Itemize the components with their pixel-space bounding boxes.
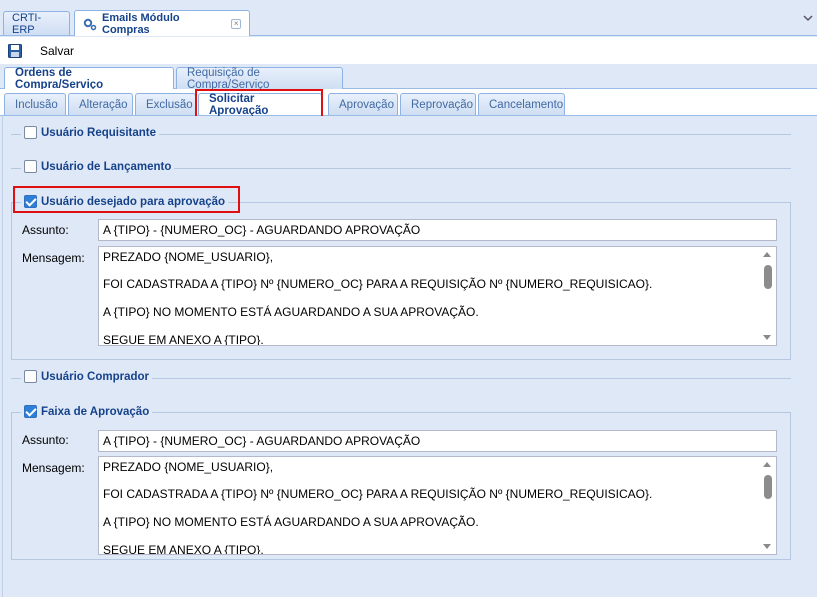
- fieldset-usuario-requisitante: Usuário Requisitante: [21, 126, 160, 139]
- tab-label: Ordens de Compra/Serviço: [15, 67, 104, 91]
- fieldset-label: Faixa de Aprovação: [41, 405, 150, 418]
- app-tab-label: Emails Módulo Compras: [102, 11, 180, 36]
- fieldset-usuario-comprador: Usuário Comprador: [21, 370, 152, 383]
- tab-reprovacao[interactable]: Reprovação: [400, 93, 476, 115]
- scrollbar[interactable]: [759, 247, 776, 345]
- mensagem-line: FOI CADASTRADA A {TIPO} Nº {NUMERO_OC} P…: [103, 277, 653, 291]
- fieldset-label: Usuário de Lançamento: [41, 160, 172, 173]
- fieldset-usuario-lancamento: Usuário de Lançamento: [21, 160, 175, 173]
- assunto-label: Assunto:: [22, 223, 69, 237]
- scroll-down-arrow-icon[interactable]: [763, 335, 771, 340]
- toolbar: Salvar: [0, 37, 817, 64]
- mensagem-line: PREZADO {NOME_USUARIO},: [103, 250, 274, 264]
- primary-tab-bar: Ordens de Compra/Serviço Requisição de C…: [0, 64, 817, 91]
- tab-label: Inclusão: [15, 98, 58, 111]
- legend-faixa-aprovacao: Faixa de Aprovação: [21, 405, 153, 418]
- floppy-disk-icon[interactable]: [8, 43, 22, 58]
- mensagem-line: SEGUE EM ANEXO A {TIPO}.: [103, 543, 264, 555]
- fieldset-label: Usuário desejado para aprovação: [41, 195, 226, 208]
- mensagem-textarea[interactable]: PREZADO {NOME_USUARIO}, FOI CADASTRADA A…: [98, 456, 777, 555]
- assunto-input[interactable]: A {TIPO} - {NUMERO_OC} - AGUARDANDO APRO…: [98, 219, 777, 241]
- tab-requisicao-compra-servico[interactable]: Requisição de Compra/Serviço: [176, 66, 343, 91]
- checkbox-usuario-comprador[interactable]: [24, 370, 37, 383]
- mensagem-label: Mensagem:: [22, 251, 85, 265]
- app-tab-bar: CRTI-ERP Emails Módulo Compras ×: [0, 0, 817, 36]
- tab-exclusao[interactable]: Exclusão: [135, 93, 196, 115]
- mensagem-line: A {TIPO} NO MOMENTO ESTÁ AGUARDANDO A SU…: [103, 305, 479, 319]
- scroll-thumb[interactable]: [764, 265, 772, 289]
- mensagem-line: PREZADO {NOME_USUARIO},: [103, 460, 274, 474]
- assunto-label: Assunto:: [22, 433, 69, 447]
- tab-label: Solicitar Aprovação: [209, 92, 269, 117]
- checkbox-usuario-lancamento[interactable]: [24, 160, 37, 173]
- tab-label: Alteração: [79, 98, 128, 111]
- checkbox-usuario-requisitante[interactable]: [24, 126, 37, 139]
- tab-label: Reprovação: [411, 98, 474, 111]
- scroll-up-arrow-icon[interactable]: [763, 462, 771, 467]
- tab-solicitar-aprovacao[interactable]: Solicitar Aprovação: [198, 92, 322, 117]
- tab-label: Aprovação: [339, 98, 394, 111]
- app-tab-crti-erp[interactable]: CRTI-ERP: [3, 11, 70, 36]
- fieldset-label: Usuário Requisitante: [41, 126, 157, 139]
- tab-label: Cancelamento: [489, 98, 564, 111]
- scroll-thumb[interactable]: [764, 475, 772, 499]
- tabs-menu-icon[interactable]: [803, 14, 813, 24]
- assunto-input[interactable]: A {TIPO} - {NUMERO_OC} - AGUARDANDO APRO…: [98, 430, 777, 452]
- mensagem-line: SEGUE EM ANEXO A {TIPO}.: [103, 333, 264, 346]
- mensagem-label: Mensagem:: [22, 461, 85, 475]
- scroll-up-arrow-icon[interactable]: [763, 252, 771, 257]
- tab-ordens-compra-servico[interactable]: Ordens de Compra/Serviço: [4, 67, 174, 91]
- mensagem-line: FOI CADASTRADA A {TIPO} Nº {NUMERO_OC} P…: [103, 487, 653, 501]
- fieldset-usuario-desejado: Assunto: A {TIPO} - {NUMERO_OC} - AGUARD…: [11, 202, 791, 360]
- app-tab-emails-modulo-compras[interactable]: Emails Módulo Compras ×: [74, 10, 250, 36]
- checkbox-faixa-aprovacao[interactable]: [24, 405, 37, 418]
- scroll-down-arrow-icon[interactable]: [763, 544, 771, 549]
- app-tab-label: CRTI-ERP: [12, 11, 42, 36]
- mensagem-line: A {TIPO} NO MOMENTO ESTÁ AGUARDANDO A SU…: [103, 515, 479, 529]
- save-button[interactable]: Salvar: [40, 44, 74, 58]
- mensagem-textarea[interactable]: PREZADO {NOME_USUARIO}, FOI CADASTRADA A…: [98, 246, 777, 346]
- checkbox-usuario-desejado[interactable]: [24, 195, 37, 208]
- tab-inclusao[interactable]: Inclusão: [4, 93, 66, 115]
- tab-alteracao[interactable]: Alteração: [68, 93, 133, 115]
- tab-aprovacao[interactable]: Aprovação: [328, 93, 398, 115]
- tab-cancelamento[interactable]: Cancelamento: [478, 93, 565, 115]
- tab-label: Requisição de Compra/Serviço: [187, 66, 270, 91]
- secondary-tab-bar: Inclusão Alteração Exclusão Solicitar Ap…: [0, 89, 817, 117]
- fieldset-faixa-aprovacao: Assunto: A {TIPO} - {NUMERO_OC} - AGUARD…: [11, 412, 791, 560]
- tab-label: Exclusão: [146, 98, 193, 111]
- gear-icon: [83, 17, 97, 31]
- form-area: Usuário Requisitante Usuário de Lançamen…: [2, 116, 815, 597]
- legend-usuario-desejado: Usuário desejado para aprovação: [21, 195, 229, 208]
- close-icon[interactable]: ×: [231, 18, 241, 29]
- main-panel: Usuário Requisitante Usuário de Lançamen…: [0, 116, 817, 597]
- scrollbar[interactable]: [759, 457, 776, 554]
- fieldset-label: Usuário Comprador: [41, 370, 149, 383]
